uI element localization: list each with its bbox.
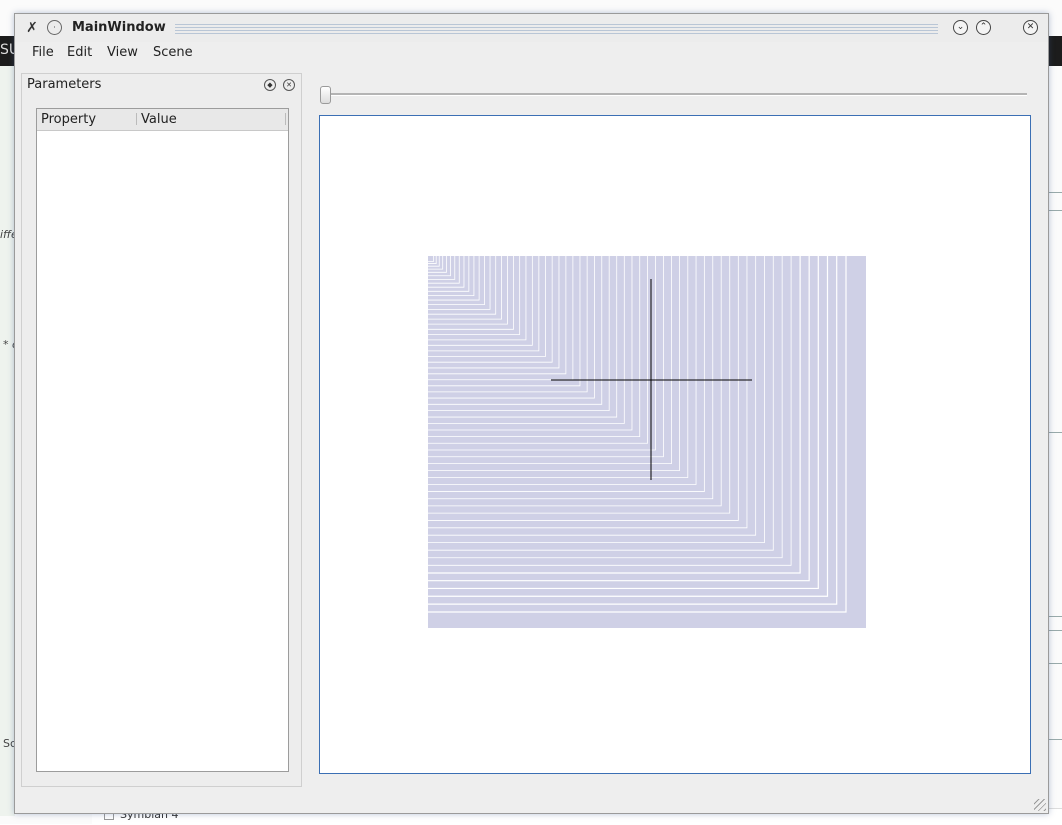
table-header: Property Value bbox=[37, 109, 288, 131]
main-window: ✗ · MainWindow ⌄ ⌃ ✕ File Edit View Scen… bbox=[14, 13, 1049, 814]
property-table[interactable]: Property Value bbox=[36, 108, 289, 772]
dock-float-button[interactable]: ◆ bbox=[264, 79, 276, 91]
column-separator[interactable] bbox=[285, 113, 286, 125]
menu-bar: File Edit View Scene bbox=[15, 42, 1048, 64]
dock-close-button[interactable]: ✕ bbox=[283, 79, 295, 91]
slider-handle[interactable] bbox=[320, 86, 331, 104]
window-title: MainWindow bbox=[72, 20, 166, 35]
resize-grip[interactable] bbox=[1034, 799, 1046, 811]
menu-file[interactable]: File bbox=[32, 45, 54, 60]
menu-scene[interactable]: Scene bbox=[153, 45, 193, 60]
close-button[interactable]: ✕ bbox=[1023, 20, 1038, 35]
slider-track[interactable] bbox=[323, 93, 1027, 96]
maximize-button[interactable]: ⌃ bbox=[976, 20, 991, 35]
column-header-value[interactable]: Value bbox=[141, 112, 177, 127]
title-bar[interactable]: ✗ · MainWindow ⌄ ⌃ ✕ bbox=[15, 14, 1048, 42]
menu-edit[interactable]: Edit bbox=[67, 45, 92, 60]
app-tools-icon[interactable]: ✗ bbox=[24, 20, 40, 36]
background-left-strip bbox=[0, 66, 15, 816]
scene-canvas bbox=[428, 256, 866, 628]
title-decoration bbox=[175, 24, 938, 34]
window-menu-icon[interactable]: · bbox=[47, 20, 62, 35]
parameters-dock: Parameters ◆ ✕ Property Value bbox=[21, 73, 302, 787]
dock-title: Parameters bbox=[27, 77, 102, 92]
graphics-view[interactable] bbox=[319, 115, 1031, 774]
column-separator[interactable] bbox=[136, 113, 137, 125]
minimize-button[interactable]: ⌄ bbox=[953, 20, 968, 35]
column-header-property[interactable]: Property bbox=[41, 112, 96, 127]
menu-view[interactable]: View bbox=[107, 45, 138, 60]
